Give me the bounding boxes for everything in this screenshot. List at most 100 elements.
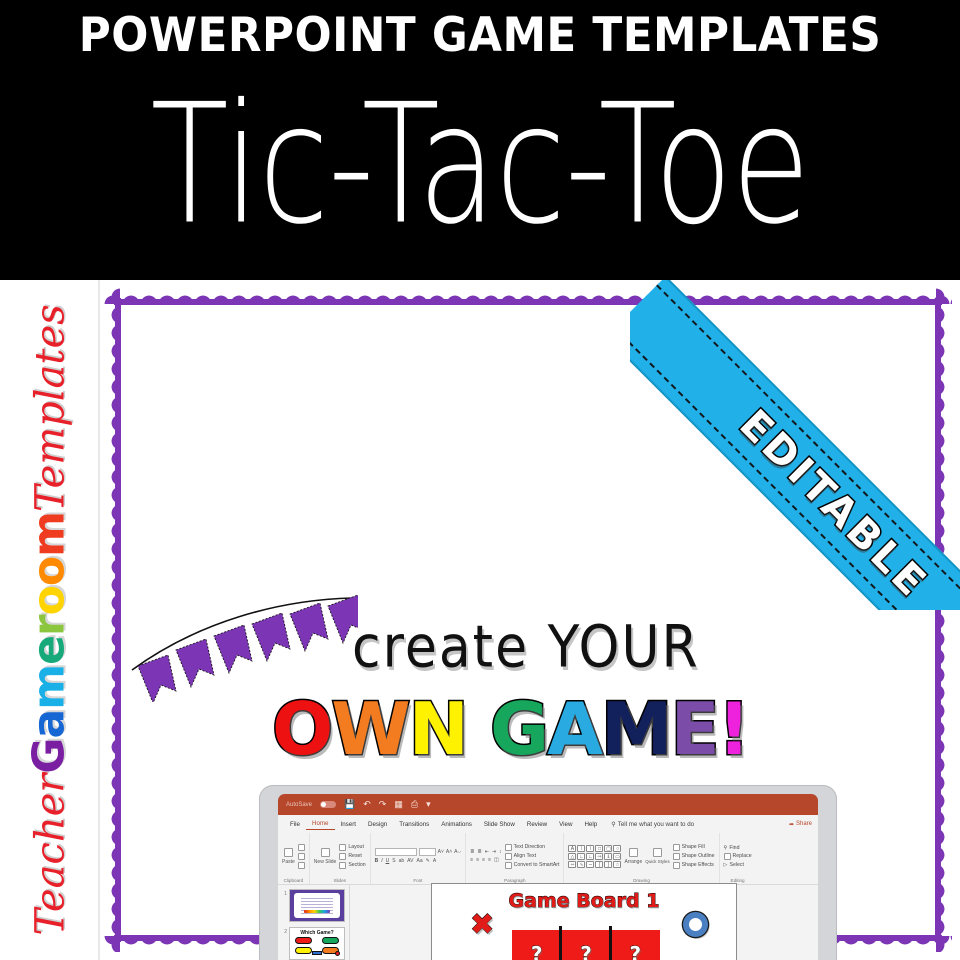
slide-thumbnail-pane[interactable]: 1 2 Which Game? <box>278 885 350 960</box>
section-button[interactable]: Section <box>339 861 366 869</box>
layout-button[interactable]: Layout <box>339 843 364 851</box>
tab-file[interactable]: File <box>284 819 306 830</box>
tab-transitions[interactable]: Transitions <box>393 819 435 830</box>
shape-star[interactable]: ☆ <box>613 860 622 868</box>
find-button[interactable]: ⚲ Find <box>724 845 740 851</box>
shrink-font-icon[interactable]: A˄ <box>446 849 452 855</box>
bunting-flag-3 <box>251 612 291 663</box>
tab-review[interactable]: Review <box>521 819 553 830</box>
shape-callout[interactable]: ▭ <box>613 852 622 860</box>
shape-freeform[interactable]: ∾ <box>568 860 577 868</box>
align-center-icon[interactable]: ≡ <box>476 857 479 863</box>
shape-arrow[interactable]: \ <box>586 844 595 852</box>
current-slide[interactable]: Game Board 1 ✖ ????????? <box>431 882 737 960</box>
header-kicker: POWERPOINT GAME TEMPLATES <box>78 8 882 63</box>
present-icon[interactable]: ▦ <box>394 800 403 809</box>
paste-icon[interactable] <box>283 847 293 857</box>
board-cell-0[interactable]: ? <box>512 929 562 960</box>
tab-design[interactable]: Design <box>362 819 393 830</box>
shape-brace-left[interactable]: { <box>595 860 604 868</box>
shape-curve[interactable]: ∿ <box>577 860 586 868</box>
board-cell-2[interactable]: ? <box>610 929 660 960</box>
shape-scribble[interactable]: ∼ <box>586 860 595 868</box>
italic-button[interactable]: I <box>381 858 382 864</box>
tab-help[interactable]: Help <box>578 819 603 830</box>
shape-rounded-rect[interactable]: ▢ <box>604 844 613 852</box>
font-name-input[interactable] <box>374 848 417 856</box>
autosave-toggle[interactable] <box>320 801 337 808</box>
shape-line[interactable]: \ <box>577 844 586 852</box>
bullets-icon[interactable]: ≣ <box>470 849 474 855</box>
own-game-letter-6: M <box>599 687 674 771</box>
shadow-button[interactable]: S <box>392 858 395 864</box>
clear-formatting-icon[interactable]: A⌵ <box>454 849 461 855</box>
slide-thumbnail-1[interactable] <box>289 889 345 922</box>
bold-button[interactable]: B <box>375 858 379 864</box>
font-size-input[interactable] <box>418 848 436 856</box>
arrange-icon[interactable] <box>628 847 638 857</box>
share-button[interactable]: ➦ Share <box>789 821 812 828</box>
tab-view[interactable]: View <box>553 819 578 830</box>
character-spacing-icon[interactable]: AV <box>407 858 413 864</box>
save-icon[interactable]: 💾 <box>344 800 355 809</box>
shape-textbox[interactable]: A <box>568 844 577 852</box>
more-icon[interactable]: ▾ <box>426 800 431 809</box>
text-direction-button[interactable]: Text Direction <box>504 843 545 851</box>
bunting-flag-2 <box>213 624 253 675</box>
list-item[interactable]: 2 Which Game? <box>281 927 346 960</box>
shape-elbow[interactable]: ∟ <box>586 852 595 860</box>
tab-insert[interactable]: Insert <box>335 819 362 830</box>
select-button[interactable]: ▷ Select <box>724 862 744 868</box>
quick-styles-icon[interactable] <box>652 848 662 857</box>
tab-home[interactable]: Home <box>305 818 335 830</box>
convert-smartart-button[interactable]: Convert to SmartArt <box>504 861 559 869</box>
shape-fill-button[interactable]: Shape Fill <box>672 843 705 851</box>
decrease-indent-icon[interactable]: ⇤ <box>485 849 489 855</box>
grow-font-icon[interactable]: A˅ <box>438 849 444 855</box>
shape-triangle[interactable]: △ <box>568 852 577 860</box>
font-color-icon[interactable]: A <box>433 858 436 864</box>
reset-label: Reset <box>348 853 362 859</box>
numbering-icon[interactable]: ≣ <box>478 849 482 855</box>
shape-outline-button[interactable]: Shape Outline <box>672 852 715 860</box>
shape-arrow-right[interactable]: ⇒ <box>595 852 604 860</box>
shape-rect[interactable]: □ <box>595 844 604 852</box>
shapes-gallery[interactable]: A \ \ □ ▢ ○ △ ∟ ∟ ⇒ ⇓ ▭ ∾ ∿ ∼ {} ☆ <box>568 844 622 868</box>
tab-animations[interactable]: Animations <box>435 819 478 830</box>
search-icon: ⚲ <box>611 820 616 828</box>
brand-letter-3: e <box>23 636 75 665</box>
increase-indent-icon[interactable]: ⇥ <box>492 849 496 855</box>
cut-icon[interactable] <box>297 843 305 851</box>
align-text-button[interactable]: Align Text <box>504 852 536 860</box>
change-case-icon[interactable]: Aa <box>416 858 422 864</box>
slide-editing-pane[interactable]: Game Board 1 ✖ ????????? <box>350 882 818 960</box>
board-cell-1[interactable]: ? <box>561 929 611 960</box>
new-slide-icon[interactable] <box>320 847 330 857</box>
align-right-icon[interactable]: ≡ <box>482 857 485 863</box>
print-icon[interactable]: ⎙ <box>411 800 418 809</box>
replace-button[interactable]: Replace <box>723 852 752 860</box>
shape-arrow-down[interactable]: ⇓ <box>604 852 613 860</box>
tell-me-box[interactable]: ⚲ Tell me what you want to do <box>611 821 694 828</box>
tab-slide-show[interactable]: Slide Show <box>478 819 521 830</box>
line-spacing-icon[interactable]: ↕ <box>499 849 502 855</box>
columns-icon[interactable]: ◫ <box>494 857 499 863</box>
copy-icon[interactable] <box>297 852 305 860</box>
underline-button[interactable]: U <box>386 858 390 864</box>
align-left-icon[interactable]: ≡ <box>470 857 473 863</box>
redo-icon[interactable]: ↷ <box>379 800 387 809</box>
slide-thumbnail-2[interactable]: Which Game? <box>289 927 345 960</box>
strikethrough-button[interactable]: ab <box>399 858 405 864</box>
list-item[interactable]: 1 <box>281 889 346 922</box>
shape-effects-button[interactable]: Shape Effects <box>672 861 714 869</box>
reset-button[interactable]: Reset <box>339 852 362 860</box>
format-painter-icon[interactable] <box>297 861 305 869</box>
shape-bracket[interactable]: ∟ <box>577 852 586 860</box>
text-highlight-icon[interactable]: ✎ <box>426 858 430 864</box>
powerpoint-work-area: 1 2 Which Game? Game Board 1 ✖ ? ? ? <box>278 882 818 960</box>
shape-oval[interactable]: ○ <box>613 844 622 852</box>
frame-bar-top <box>114 299 942 305</box>
justify-icon[interactable]: ≡ <box>488 857 491 863</box>
shape-brace-right[interactable]: } <box>604 860 613 868</box>
undo-icon[interactable]: ↶ <box>363 800 371 809</box>
